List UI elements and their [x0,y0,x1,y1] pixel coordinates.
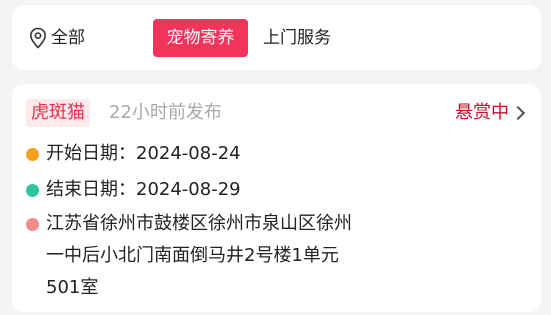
filter-bar: 全部 宠物寄养 上门服务 [12,5,541,70]
address-text: 江苏省徐州市鼓楼区徐州市泉山区徐州一中后小北门南面倒马井2号楼1单元501室 [46,213,352,298]
address-row: 江苏省徐州市鼓楼区徐州市泉山区徐州一中后小北门南面倒马井2号楼1单元501室 [26,208,366,304]
location-filter-label[interactable]: 全部 [51,27,85,49]
task-card[interactable]: 虎斑猫 22小时前发布 悬赏中 开始日期：2024-08-24 结束日期：202… [12,84,541,312]
tab-home-service[interactable]: 上门服务 [263,19,331,57]
address-dot [26,218,39,231]
reward-status-label: 悬赏中 [455,102,509,123]
start-date-dot [26,148,39,161]
posted-time: 22小时前发布 [109,102,222,123]
end-date-row: 结束日期：2024-08-29 [26,176,241,204]
pet-type-tag: 虎斑猫 [26,99,90,127]
reward-status[interactable]: 悬赏中 [455,99,526,127]
start-date-row: 开始日期：2024-08-24 [26,140,241,168]
location-pin-icon[interactable] [29,27,47,49]
tab-pet-boarding[interactable]: 宠物寄养 [153,19,248,57]
end-date-text: 结束日期：2024-08-29 [46,179,241,200]
end-date-dot [26,184,39,197]
chevron-right-icon [510,105,526,121]
start-date-text: 开始日期：2024-08-24 [46,143,241,164]
